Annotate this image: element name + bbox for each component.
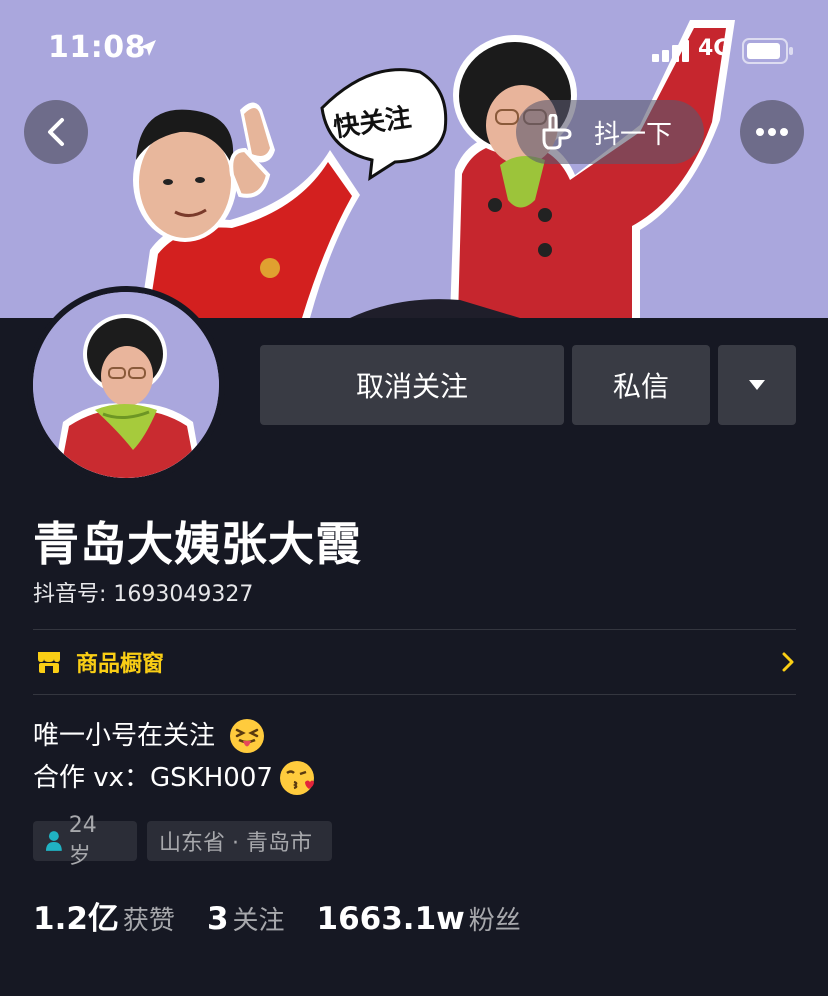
status-bar: 11:08 4G bbox=[0, 0, 828, 100]
more-dots-icon bbox=[756, 128, 788, 136]
avatar-image bbox=[33, 292, 219, 478]
shop-icon bbox=[38, 652, 60, 673]
cellular-signal-icon bbox=[652, 40, 689, 62]
message-label: 私信 bbox=[612, 370, 669, 403]
bio-line: 合作 vx：GSKH007 bbox=[33, 758, 315, 798]
age-tag-label: 24 岁 bbox=[68, 812, 97, 869]
shake-button[interactable]: 抖一下 bbox=[516, 100, 704, 164]
following-label[interactable]: 关注 bbox=[233, 900, 285, 937]
profile-name: 青岛大姨张大霞 bbox=[33, 517, 362, 571]
followers-count[interactable]: 1663.1w bbox=[317, 901, 465, 937]
network-type: 4G bbox=[698, 36, 732, 61]
bio-text-1: 唯一小号在关注 bbox=[33, 721, 216, 751]
shop-window-row[interactable]: 商品橱窗 bbox=[33, 630, 796, 694]
bio-text-2: 合作 vx：GSKH007 bbox=[33, 763, 273, 793]
person-icon bbox=[45, 831, 62, 851]
squinting-tongue-emoji-icon bbox=[230, 719, 265, 753]
avatar-portrait bbox=[33, 292, 219, 478]
following-count[interactable]: 3 bbox=[207, 901, 229, 937]
likes-label: 获赞 bbox=[122, 906, 175, 936]
pointing-hand-icon bbox=[542, 114, 572, 150]
divider bbox=[33, 694, 796, 695]
followers-label[interactable]: 粉丝 bbox=[469, 900, 521, 937]
message-button[interactable]: 私信 bbox=[572, 345, 710, 425]
avatar[interactable] bbox=[27, 286, 225, 484]
shop-window-label: 商品橱窗 bbox=[76, 652, 165, 677]
location-tag: 山东省 · 青岛市 bbox=[147, 821, 332, 861]
chevron-right-icon bbox=[782, 652, 794, 672]
likes-count: 1.2亿 bbox=[33, 901, 119, 937]
stats-row: 1.2亿 获赞 3 关注 1663.1w 粉丝 bbox=[33, 893, 553, 938]
status-time: 11:08 bbox=[48, 30, 146, 65]
back-button[interactable] bbox=[24, 100, 88, 164]
bio-line: 唯一小号在关注 bbox=[33, 716, 265, 756]
recommend-dropdown-button[interactable] bbox=[718, 345, 796, 425]
unfollow-label: 取消关注 bbox=[355, 370, 468, 403]
shake-label: 抖一下 bbox=[594, 119, 673, 150]
unfollow-button[interactable]: 取消关注 bbox=[260, 345, 564, 425]
more-button[interactable] bbox=[740, 100, 804, 164]
chevron-left-icon bbox=[48, 118, 64, 146]
caret-down-icon bbox=[749, 380, 765, 390]
battery-icon bbox=[742, 38, 793, 64]
kissing-heart-emoji-icon bbox=[279, 761, 314, 795]
age-tag: 24 岁 bbox=[33, 813, 137, 869]
location-arrow-icon bbox=[140, 40, 156, 56]
douyin-id[interactable]: 抖音号: 1693049327 bbox=[33, 576, 253, 608]
profile-banner[interactable]: 快关注 11:08 4G 抖一下 bbox=[0, 0, 828, 318]
location-tag-label: 山东省 · 青岛市 bbox=[159, 831, 312, 856]
